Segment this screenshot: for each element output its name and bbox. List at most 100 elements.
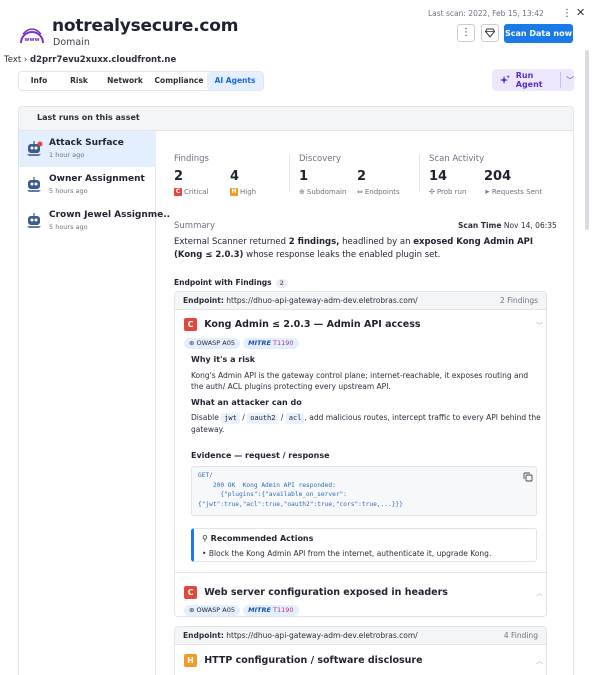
run-item-owner-assignment[interactable]: Owner Assignment 5 hours ago	[19, 167, 156, 203]
tab-ai-agents[interactable]: AI Agents	[207, 72, 263, 90]
send-icon: ➤	[484, 188, 490, 196]
scrollbar-thumb[interactable]	[585, 50, 589, 230]
breadcrumb-parent[interactable]: Text	[4, 55, 21, 65]
domain-title: notrealysecure.com	[52, 16, 239, 36]
run-title: Attack Surface	[49, 138, 124, 148]
agent-runs-panel: Last runs on this asset Attack Surface 1…	[18, 106, 574, 675]
breadcrumb: Text › d2prr7evu2xuxx.cloudfront.ne	[4, 55, 176, 65]
summary-label: Summary	[174, 221, 216, 231]
endpoint-count: 2	[357, 169, 367, 184]
recommended-actions-box: ⚲ Recommended Actions • Block the Kong A…	[191, 528, 537, 562]
endpoints-stat: ⇔ Endpoints	[357, 188, 400, 196]
finding-title: Kong Admin ≤ 2.0.3 — Admin API access	[204, 319, 421, 330]
recommended-heading: ⚲ Recommended Actions	[202, 534, 314, 543]
endpoint-header[interactable]: Endpoint: https://dhuo-api-gateway-adm-d…	[175, 627, 546, 645]
kebab-menu-button[interactable]: ⋮	[457, 24, 475, 42]
probe-stat: ✣ Prob run	[429, 188, 467, 196]
requests-stat: ➤ Requests Sent	[484, 188, 543, 196]
diamond-button[interactable]	[481, 24, 499, 42]
stats-divider	[289, 154, 290, 192]
endpoint-url: https://dhuo-api-gateway-adm-dev.eletrob…	[226, 296, 418, 305]
owasp-tag: ⊛ OWASP A05	[184, 338, 240, 349]
critical-stat: C Critical	[174, 188, 209, 196]
finding-tags: ⊛ OWASP A05 MITRE T1190	[184, 337, 299, 349]
scan-activity-label: Scan Activity	[429, 154, 485, 164]
run-time: 5 hours ago	[49, 187, 88, 195]
mitre-tag: MITRE T1190	[243, 605, 299, 616]
finding-header[interactable]: C Kong Admin ≤ 2.0.3 — Admin API access	[184, 318, 421, 331]
run-agent-button[interactable]: Run Agent ﹀	[492, 69, 574, 91]
finding-header[interactable]: H HTTP configuration / software disclosu…	[184, 654, 423, 667]
sparkle-icon	[500, 75, 510, 85]
tab-network[interactable]: Network	[99, 72, 151, 90]
run-title: Owner Assignment	[49, 174, 145, 184]
probe-icon: ✣	[429, 188, 435, 196]
tab-info[interactable]: Info	[19, 72, 59, 90]
endpoint-url: https://dhuo-api-gateway-adm-dev.eletrob…	[226, 631, 418, 640]
attacker-text: Disable jwt / oauth2 / acl, add maliciou…	[191, 413, 541, 434]
chevron-down-icon[interactable]: ﹀	[566, 75, 574, 86]
scan-data-now-button[interactable]: Scan Data now	[504, 24, 573, 43]
high-severity-badge: H	[184, 654, 197, 667]
critical-severity-badge: C	[184, 586, 197, 599]
endpoints-section-title: Endpoint with Findings 2	[174, 278, 288, 288]
findings-label: Findings	[174, 154, 209, 164]
code-chip: oauth2	[247, 413, 279, 424]
svg-text:www: www	[24, 37, 39, 43]
agent-robot-icon	[27, 213, 41, 228]
recommended-item: • Block the Kong Admin API from the inte…	[202, 549, 492, 558]
mitre-tag: MITRE T1190	[243, 338, 299, 349]
copy-icon[interactable]	[523, 472, 533, 482]
run-time: 1 hour ago	[49, 151, 85, 159]
agent-robot-icon	[27, 177, 41, 192]
panel-title: Last runs on this asset	[37, 113, 140, 122]
run-item-crown-jewel[interactable]: Crown Jewel Assignme.. 5 hours ago	[19, 203, 170, 239]
chevron-down-icon[interactable]: ﹀	[536, 321, 543, 331]
run-time: 5 hours ago	[49, 223, 88, 231]
run-agent-label: Run Agent	[515, 71, 543, 89]
code-chip: acl	[285, 413, 305, 424]
tab-risk[interactable]: Risk	[59, 72, 99, 90]
run-agent-divider	[560, 72, 561, 88]
tab-compliance[interactable]: Compliance	[151, 72, 207, 90]
finding-title: HTTP configuration / software disclosure	[204, 655, 423, 666]
endpoint-count-badge: 2	[275, 279, 288, 288]
attacker-heading: What an attacker can do	[191, 398, 302, 407]
critical-count: 2	[174, 169, 184, 184]
breadcrumb-current: d2prr7evu2xuxx.cloudfront.ne	[30, 55, 177, 65]
finding-header[interactable]: C Web server configuration exposed in he…	[184, 586, 448, 599]
high-count: 4	[230, 169, 240, 184]
close-icon[interactable]: ✕	[576, 6, 585, 19]
panel-header: Last runs on this asset	[19, 107, 573, 131]
chevron-up-icon[interactable]: ︿	[536, 588, 543, 598]
domain-type-label: Domain	[53, 37, 90, 48]
evidence-heading: Evidence — request / response	[191, 451, 330, 460]
stats-divider	[419, 154, 420, 192]
why-risk-text: Kong's Admin API is the gateway control …	[191, 371, 529, 391]
endpoint-card: Endpoint: https://dhuo-api-gateway-adm-d…	[174, 291, 547, 617]
request-count: 204	[484, 169, 512, 184]
discovery-label: Discovery	[299, 154, 341, 164]
endpoint-card: Endpoint: https://dhuo-api-gateway-adm-d…	[174, 626, 547, 675]
link-icon: ⇔	[357, 188, 363, 196]
runs-list: Attack Surface 1 hour ago Owner Assignme…	[19, 131, 170, 675]
divider	[175, 572, 546, 573]
subdomain-stat: ⊕ Subdomain	[299, 188, 347, 196]
last-scan-text: Last scan: 2022, Feb 15, 13:42	[428, 9, 544, 18]
high-stat: H High	[230, 188, 257, 196]
endpoint-findings-count: 2 Findings	[499, 296, 538, 305]
endpoint-header[interactable]: Endpoint: https://dhuo-api-gateway-adm-d…	[175, 292, 546, 310]
globe-icon: ⊕	[299, 188, 305, 196]
critical-severity-badge: C	[184, 318, 197, 331]
endpoint-findings-count: 4 Finding	[503, 631, 538, 640]
run-item-attack-surface[interactable]: Attack Surface 1 hour ago	[19, 131, 156, 167]
high-badge: H	[230, 188, 238, 196]
critical-badge: C	[174, 188, 182, 196]
run-title: Crown Jewel Assignme..	[49, 210, 171, 220]
more-options-icon[interactable]: ⋮	[560, 7, 574, 21]
scan-time: Scan Time Nov 14, 06:35	[458, 221, 557, 230]
chevron-up-icon[interactable]: ︿	[536, 656, 543, 666]
summary-text: External Scanner returned 2 findings, he…	[174, 237, 534, 260]
wrench-icon: ⚲	[202, 534, 208, 543]
code-chip: jwt	[221, 413, 240, 424]
